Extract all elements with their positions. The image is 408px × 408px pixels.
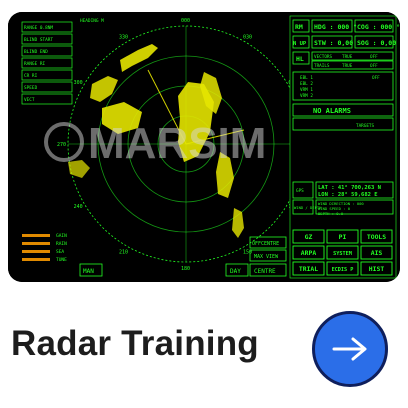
svg-text:DAY: DAY: [230, 268, 241, 275]
hdg-readout: HDG : 000 °: [314, 23, 357, 31]
stw-readout: STW : 0,00: [314, 39, 353, 47]
left-param-4: RANGE RI: [24, 61, 46, 67]
open-button[interactable]: [312, 311, 388, 387]
left-param-7: VECT: [24, 97, 35, 103]
svg-text:TRUE: TRUE: [342, 63, 353, 69]
panel-button-label: ECDIS P: [332, 267, 354, 273]
bearing-label: 180: [181, 266, 190, 272]
targets-label: TARGETS: [356, 123, 375, 129]
left-param-6: SPEED: [24, 85, 38, 91]
left-param-2: BLIND START: [24, 37, 53, 43]
rm-label: RM: [295, 23, 303, 31]
panel-button-label: AIS: [371, 249, 383, 257]
svg-text:MARSIM: MARSIM: [88, 119, 266, 168]
lon-readout: LON : 28° 59,682 E: [318, 192, 378, 198]
svg-text:CENTRE: CENTRE: [254, 268, 276, 275]
panel-button-label: HIST: [369, 265, 385, 273]
cog-readout: COG : 000 °: [357, 23, 400, 31]
panel-button-label: TOOLS: [367, 233, 386, 241]
ebl1-label: EBL 1: [300, 75, 313, 81]
arrow-right-icon: [332, 337, 367, 361]
right-panel: RM HDG : 000 ° COG : 000 ° N UP STW : 0,…: [289, 15, 400, 279]
gain-label: GAIN: [56, 233, 67, 239]
svg-text:OFF: OFF: [370, 63, 378, 69]
heading-label: HEADING M: [80, 18, 104, 24]
bearing-label: 300: [74, 80, 83, 86]
lat-readout: LAT : 41° 700,263 N: [318, 185, 381, 191]
left-param-3: BLIND END: [24, 49, 48, 55]
svg-text:OFF: OFF: [372, 75, 380, 81]
panel-button-label: PI: [339, 233, 347, 241]
bearing-label: 240: [74, 204, 83, 210]
rain-label: RAIN: [56, 241, 67, 247]
svg-text:MAX VIEW: MAX VIEW: [254, 254, 279, 260]
panel-button-label: GZ: [305, 233, 313, 241]
panel-button-label: SYSTEM: [333, 251, 352, 257]
trails-label: TRAILS: [314, 63, 330, 69]
gps-label: GPS: [296, 188, 304, 194]
bearing-label: 270: [57, 142, 66, 148]
sog-readout: SOG : 0,00: [357, 39, 396, 47]
svg-text:MAN: MAN: [83, 268, 94, 275]
vrm2-label: VRM 2: [300, 93, 313, 99]
vectors-label: VECTORS: [314, 54, 333, 60]
radar-screenshot: RANGE 0.8NM BLIND START BLIND END RANGE …: [8, 12, 400, 282]
svg-text:OFFCENTRE: OFFCENTRE: [252, 241, 279, 247]
radar-training-card[interactable]: RANGE 0.8NM BLIND START BLIND END RANGE …: [0, 0, 408, 408]
left-param-5: CR RI: [24, 73, 38, 79]
n-up-label: N UP: [293, 41, 307, 47]
hl-label: HL: [296, 55, 304, 63]
bearing-label: 000: [181, 18, 190, 24]
ebl2-label: EBL 2: [300, 81, 313, 87]
tune-label: TUNE: [56, 257, 67, 263]
panel-button-label: ARPA: [301, 249, 317, 257]
vrm1-label: VRM 1: [300, 87, 313, 93]
svg-text:DEPTH : 0.0: DEPTH : 0.0: [318, 211, 344, 216]
sea-label: SEA: [56, 249, 64, 255]
left-param-1: RANGE 0.8NM: [24, 25, 53, 31]
bearing-label: 030: [243, 35, 252, 41]
card-title[interactable]: Radar Training: [11, 326, 259, 361]
svg-text:OFF: OFF: [370, 54, 378, 60]
bearing-label: 210: [119, 249, 128, 255]
svg-text:TRUE: TRUE: [342, 54, 353, 60]
bearing-label: 330: [119, 35, 128, 41]
panel-button-label: TRIAL: [299, 265, 318, 273]
no-alarms-label: NO ALARMS: [313, 107, 351, 115]
